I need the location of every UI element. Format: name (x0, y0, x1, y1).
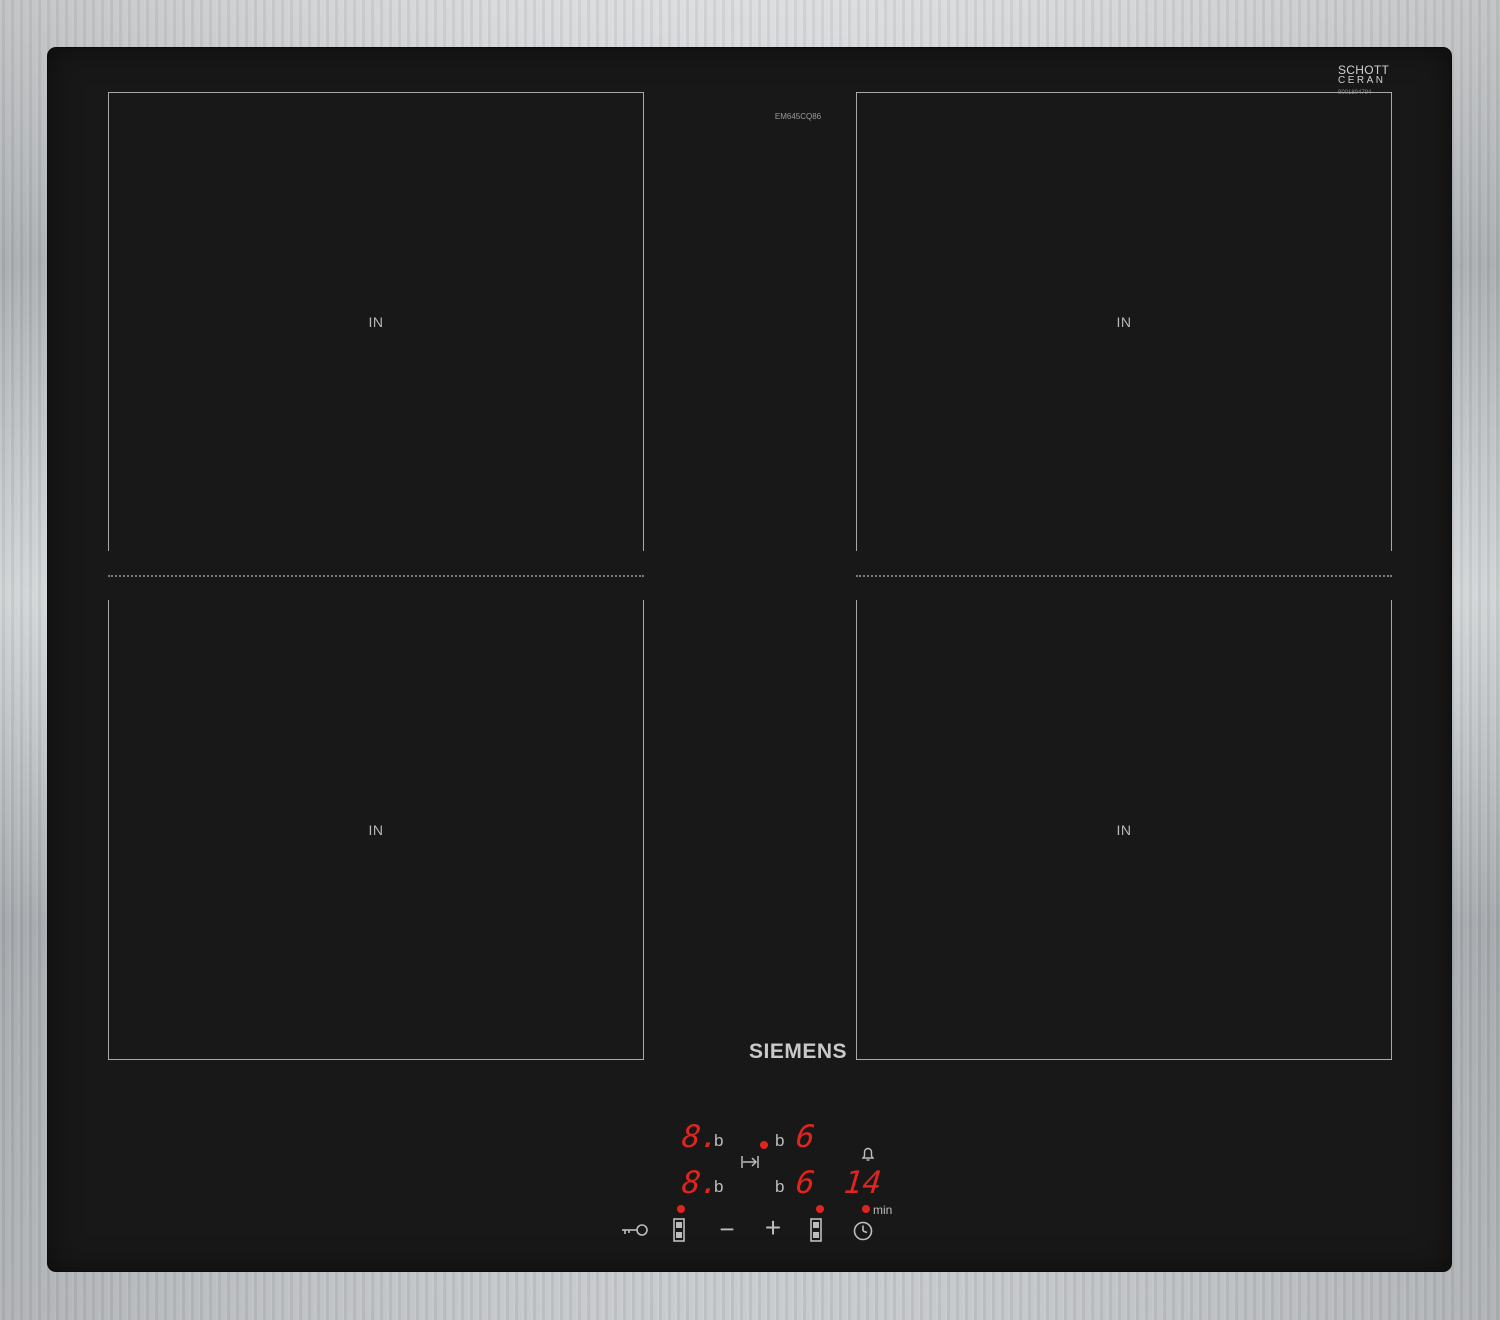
lock-key-icon (622, 1224, 648, 1236)
child-lock-button[interactable] (620, 1221, 652, 1239)
rear-left-boost-label: b (714, 1131, 724, 1150)
flex-zone-divider-left (108, 575, 644, 577)
timer-button[interactable] (852, 1220, 876, 1242)
ceran-text: CERAN (1338, 75, 1386, 86)
plus-button[interactable]: + (760, 1214, 786, 1242)
flex-zone-indicator-led (760, 1141, 768, 1149)
zone-label: IN (368, 314, 384, 330)
model-number: EM645CQ86 (774, 112, 822, 121)
cooking-zone-rear-right[interactable]: IN (856, 92, 1392, 551)
siemens-logo: SIEMENS (748, 1040, 848, 1063)
ceramic-glass-surface: EM645CQ86 SCHOTT CERAN 9001804794 IN IN … (48, 48, 1451, 1271)
right-zone-active-led (816, 1205, 824, 1213)
front-right-level-display: 6 (794, 1165, 817, 1201)
flex-zone-divider-right (856, 575, 1392, 577)
zone-label: IN (1116, 314, 1132, 330)
timer-active-led (862, 1205, 870, 1213)
left-zone-active-led (677, 1205, 685, 1213)
bell-icon (861, 1147, 875, 1161)
left-zone-select-icon (673, 1218, 685, 1242)
flex-zone-button[interactable] (740, 1154, 760, 1170)
cooking-zone-rear-left[interactable]: IN (108, 92, 644, 551)
front-right-boost-label: b (775, 1177, 785, 1196)
cooking-zone-front-left[interactable]: IN (108, 600, 644, 1060)
flex-zone-icon (741, 1156, 759, 1168)
rear-right-boost-label: b (775, 1131, 785, 1150)
left-zone-select-button[interactable] (672, 1218, 692, 1242)
front-left-boost-label: b (714, 1177, 724, 1196)
minus-button[interactable]: − (714, 1216, 740, 1242)
zone-label: IN (1116, 821, 1132, 838)
cooking-zone-front-right[interactable]: IN (856, 600, 1392, 1060)
right-zone-select-button[interactable] (809, 1218, 829, 1242)
right-zone-select-icon (810, 1218, 822, 1242)
timer-unit-label: min (873, 1203, 893, 1217)
timer-clock-icon (853, 1221, 873, 1241)
timer-display: 14 (842, 1165, 884, 1201)
bell-indicator (860, 1146, 880, 1162)
rear-right-level-display: 6 (794, 1119, 817, 1155)
zone-label: IN (368, 821, 384, 838)
